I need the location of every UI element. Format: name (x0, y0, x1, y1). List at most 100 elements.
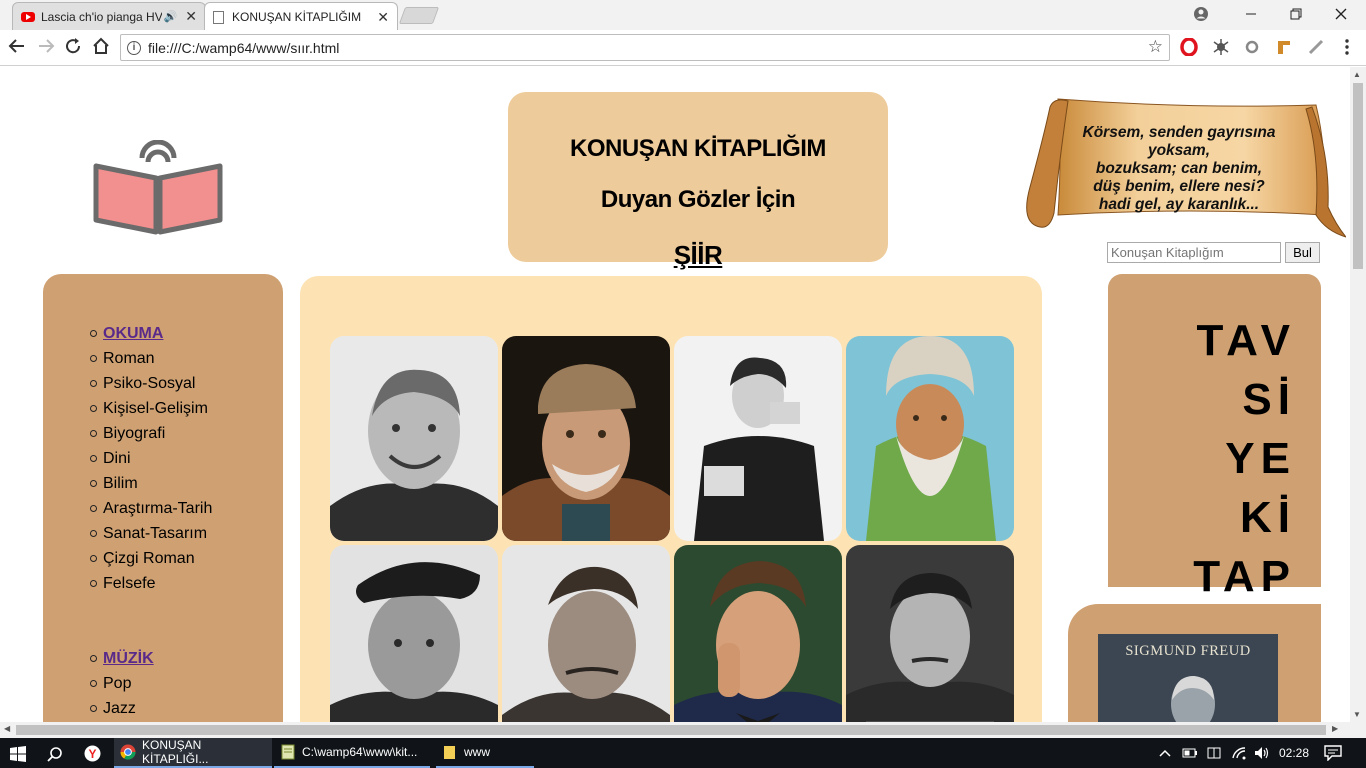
menu-item-dini[interactable]: Dini (89, 446, 212, 471)
home-icon[interactable] (92, 37, 110, 55)
profile-icon[interactable] (1193, 6, 1209, 22)
new-tab-button[interactable] (398, 7, 440, 24)
taskbar-item-label: KONUŞAN KİTAPLIĞI... (142, 738, 209, 766)
scroll-left-icon[interactable]: ◀ (4, 724, 10, 733)
taskbar-item-label: www (464, 745, 490, 759)
taskbar-item-chrome[interactable]: KONUŞAN KİTAPLIĞI... (114, 738, 272, 768)
menu-item-psiko-sosyal[interactable]: Psiko-Sosyal (89, 371, 212, 396)
close-icon[interactable]: ✕ (377, 9, 389, 26)
heading-line: YE (1225, 434, 1296, 483)
yandex-browser-icon[interactable]: Y (84, 745, 101, 762)
windows-taskbar: Y KONUŞAN KİTAPLIĞI... C:\wamp64\www\kit… (0, 738, 1366, 768)
poet-portrait-6[interactable] (502, 545, 670, 722)
taskbar-item-notepad[interactable]: C:\wamp64\www\kit... (274, 738, 430, 768)
svg-text:Y: Y (88, 747, 96, 761)
scroll-down-icon[interactable]: ▼ (1353, 710, 1361, 719)
menu-item-pop[interactable]: Pop (90, 671, 154, 696)
menu-item-bilim[interactable]: Bilim (89, 471, 212, 496)
bookmark-star-icon[interactable]: ☆ (1148, 37, 1163, 57)
taskbar-item-label: C:\wamp64\www\kit... (302, 745, 418, 759)
keyboard-layout-icon[interactable] (1207, 746, 1221, 760)
chrome-icon (120, 744, 136, 760)
reload-icon[interactable] (64, 37, 82, 55)
window-close-icon[interactable] (1334, 7, 1348, 21)
menu-item-felsefe[interactable]: Felsefe (89, 571, 212, 596)
restore-icon[interactable] (1289, 7, 1303, 21)
extension-bug-icon[interactable] (1212, 38, 1230, 56)
book-audio-logo-icon (93, 140, 223, 235)
menu-dots-icon[interactable] (1340, 38, 1354, 56)
page-viewport: KONUŞAN KİTAPLIĞIM Duyan Gözler İçin Şİİ… (0, 67, 1350, 722)
folder-icon (444, 746, 455, 759)
site-header: KONUŞAN KİTAPLIĞIM Duyan Gözler İçin Şİİ… (508, 92, 888, 270)
tab-konusan-kitapligim[interactable]: KONUŞAN KİTAPLIĞIM ✕ (204, 2, 398, 31)
heading-line: Sİ (1242, 375, 1296, 424)
page-icon (213, 10, 224, 24)
poets-gallery-panel (300, 276, 1042, 722)
notepad-icon (281, 744, 295, 760)
windows-start-icon[interactable] (10, 746, 26, 762)
poet-portrait-1[interactable] (330, 336, 498, 541)
book-cover[interactable]: SIGMUND FREUD (1098, 634, 1278, 722)
close-icon[interactable]: ✕ (185, 8, 197, 25)
youtube-icon (21, 11, 35, 22)
site-title: KONUŞAN KİTAPLIĞIM (570, 135, 826, 162)
menu-item-biyografi[interactable]: Biyografi (89, 421, 212, 446)
poet-portrait-5[interactable] (330, 545, 498, 722)
menu-item-roman[interactable]: Roman (89, 346, 212, 371)
search-icon[interactable] (47, 746, 63, 762)
menu-item-kisisel-gelisim[interactable]: Kişisel-Gelişim (89, 396, 212, 421)
poet-portrait-4[interactable] (846, 336, 1014, 541)
poet-portrait-2[interactable] (502, 336, 670, 541)
heading-line: TAV (1196, 316, 1296, 365)
poet-portrait-8[interactable] (846, 545, 1014, 722)
music-menu: MÜZİK Pop Jazz (90, 646, 154, 721)
vertical-scrollbar-thumb[interactable] (1353, 83, 1363, 269)
back-arrow-icon[interactable] (8, 37, 26, 55)
volume-icon[interactable] (1254, 746, 1270, 760)
tab-title: Lascia ch'io pianga HV (41, 9, 162, 24)
forward-arrow-icon[interactable] (37, 37, 55, 55)
horizontal-scrollbar[interactable]: ◀ ▶ (0, 722, 1366, 738)
section-title-link[interactable]: ŞİİR (508, 240, 888, 271)
menu-item-sanat-tasarim[interactable]: Sanat-Tasarım (89, 521, 212, 546)
heading-line: TAP (1193, 552, 1296, 601)
battery-icon[interactable] (1182, 747, 1198, 759)
taskbar-item-folder[interactable]: www (436, 738, 534, 768)
extension-key-icon[interactable] (1275, 38, 1293, 56)
quote-line: bozuksam; can benim, (1095, 160, 1263, 177)
wifi-icon[interactable] (1231, 746, 1247, 760)
tab-youtube[interactable]: Lascia ch'io pianga HV 🔊 ✕ (12, 2, 206, 30)
action-center-icon[interactable] (1324, 745, 1342, 761)
scroll-up-icon[interactable]: ▲ (1353, 70, 1361, 79)
quote-line: düş benim, ellere nesi? (1093, 178, 1265, 195)
extension-pen-icon[interactable] (1307, 38, 1325, 56)
quote-line: Körsem, senden gayrısına (1082, 124, 1276, 141)
quote-line: hadi gel, ay karanlık... (1098, 196, 1260, 213)
minimize-icon[interactable] (1244, 7, 1258, 21)
clock[interactable]: 02:28 (1279, 746, 1309, 760)
menu-head-muzik[interactable]: MÜZİK (103, 650, 154, 667)
poet-portrait-3[interactable] (674, 336, 842, 541)
poem-quote: Körsem, senden gayrısına yoksam, bozuksa… (1066, 124, 1292, 214)
scroll-right-icon[interactable]: ▶ (1332, 724, 1338, 733)
vertical-scrollbar[interactable]: ▲ ▼ (1350, 67, 1366, 722)
info-icon[interactable]: i (127, 40, 141, 55)
menu-item-jazz[interactable]: Jazz (90, 696, 154, 721)
extension-gear-icon[interactable] (1243, 38, 1261, 56)
browser-tabstrip: Lascia ch'io pianga HV 🔊 ✕ KONUŞAN KİTAP… (0, 0, 1366, 31)
opera-icon[interactable] (1180, 38, 1198, 56)
horizontal-scrollbar-thumb[interactable] (16, 725, 1326, 735)
address-bar[interactable]: i file:///C:/wamp64/www/sıır.html ☆ (120, 34, 1170, 61)
menu-item-arastirma-tarih[interactable]: Araştırma-Tarih (89, 496, 212, 521)
recommended-book-heading: TAV Sİ YE Kİ TAP (1193, 311, 1296, 606)
search-button[interactable]: Bul (1285, 242, 1320, 263)
menu-head-okuma[interactable]: OKUMA (103, 325, 163, 342)
search-input[interactable] (1107, 242, 1281, 263)
menu-item-cizgi-roman[interactable]: Çizgi Roman (89, 546, 212, 571)
tray-chevron-up-icon[interactable] (1159, 748, 1171, 758)
speaker-icon[interactable]: 🔊 (164, 10, 178, 23)
poet-portrait-7[interactable] (674, 545, 842, 722)
url-text: file:///C:/wamp64/www/sıır.html (148, 39, 340, 56)
book-author: SIGMUND FREUD (1125, 643, 1251, 659)
